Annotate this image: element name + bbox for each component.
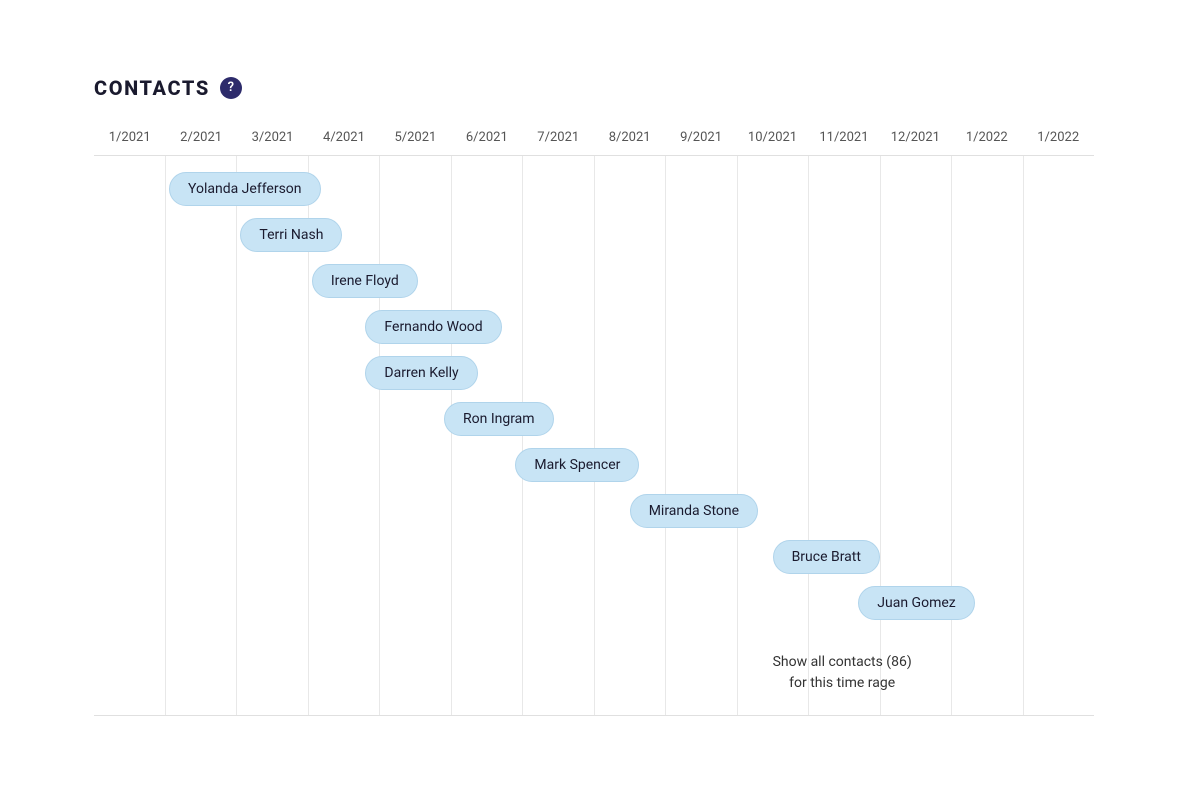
timeline-label: 12/2021 — [880, 130, 951, 145]
contacts-chart: CONTACTS ? 1/20212/20213/20214/20215/202… — [94, 36, 1094, 756]
timeline-label: 9/2021 — [665, 130, 736, 145]
help-icon[interactable]: ? — [220, 77, 242, 99]
timeline-label: 1/2022 — [951, 130, 1022, 145]
contact-bubble[interactable]: Miranda Stone — [630, 494, 758, 528]
chart-area: 1/20212/20213/20214/20215/20216/20217/20… — [94, 130, 1094, 716]
grid-line — [94, 156, 166, 715]
contact-bubble[interactable]: Irene Floyd — [312, 264, 418, 298]
chart-title: CONTACTS — [94, 76, 210, 100]
timeline-label: 4/2021 — [308, 130, 379, 145]
grid-line — [1024, 156, 1095, 715]
grid-line — [666, 156, 738, 715]
contact-bubble[interactable]: Bruce Bratt — [773, 540, 880, 574]
show-all-contacts[interactable]: Show all contacts (86)for this time rage — [773, 652, 912, 694]
timeline-label: 6/2021 — [451, 130, 522, 145]
grid-line — [881, 156, 953, 715]
contact-bubble[interactable]: Terri Nash — [240, 218, 342, 252]
timeline-header: 1/20212/20213/20214/20215/20216/20217/20… — [94, 130, 1094, 156]
timeline-label: 10/2021 — [737, 130, 808, 145]
timeline-label: 7/2021 — [523, 130, 594, 145]
contact-bubble[interactable]: Darren Kelly — [365, 356, 477, 390]
grid-line — [738, 156, 810, 715]
timeline-label: 11/2021 — [808, 130, 879, 145]
timeline-label: 5/2021 — [380, 130, 451, 145]
contact-bubble[interactable]: Fernando Wood — [365, 310, 501, 344]
timeline-label: 1/2022 — [1022, 130, 1093, 145]
timeline-label: 8/2021 — [594, 130, 665, 145]
timeline-label: 1/2021 — [94, 130, 165, 145]
contact-bubble[interactable]: Ron Ingram — [444, 402, 554, 436]
grid-line — [595, 156, 667, 715]
contact-bubble[interactable]: Yolanda Jefferson — [169, 172, 321, 206]
show-all-label: Show all contacts (86)for this time rage — [773, 654, 912, 691]
contact-bubble[interactable]: Juan Gomez — [858, 586, 974, 620]
grid-line — [166, 156, 238, 715]
grid-line — [380, 156, 452, 715]
timeline-label: 2/2021 — [165, 130, 236, 145]
chart-body: Yolanda Jefferson Terri Nash Irene Floyd Fe… — [94, 156, 1094, 716]
chart-header: CONTACTS ? — [94, 76, 1094, 100]
contact-bubble[interactable]: Mark Spencer — [515, 448, 639, 482]
timeline-label: 3/2021 — [237, 130, 308, 145]
grid-line — [952, 156, 1024, 715]
grid-line — [809, 156, 881, 715]
